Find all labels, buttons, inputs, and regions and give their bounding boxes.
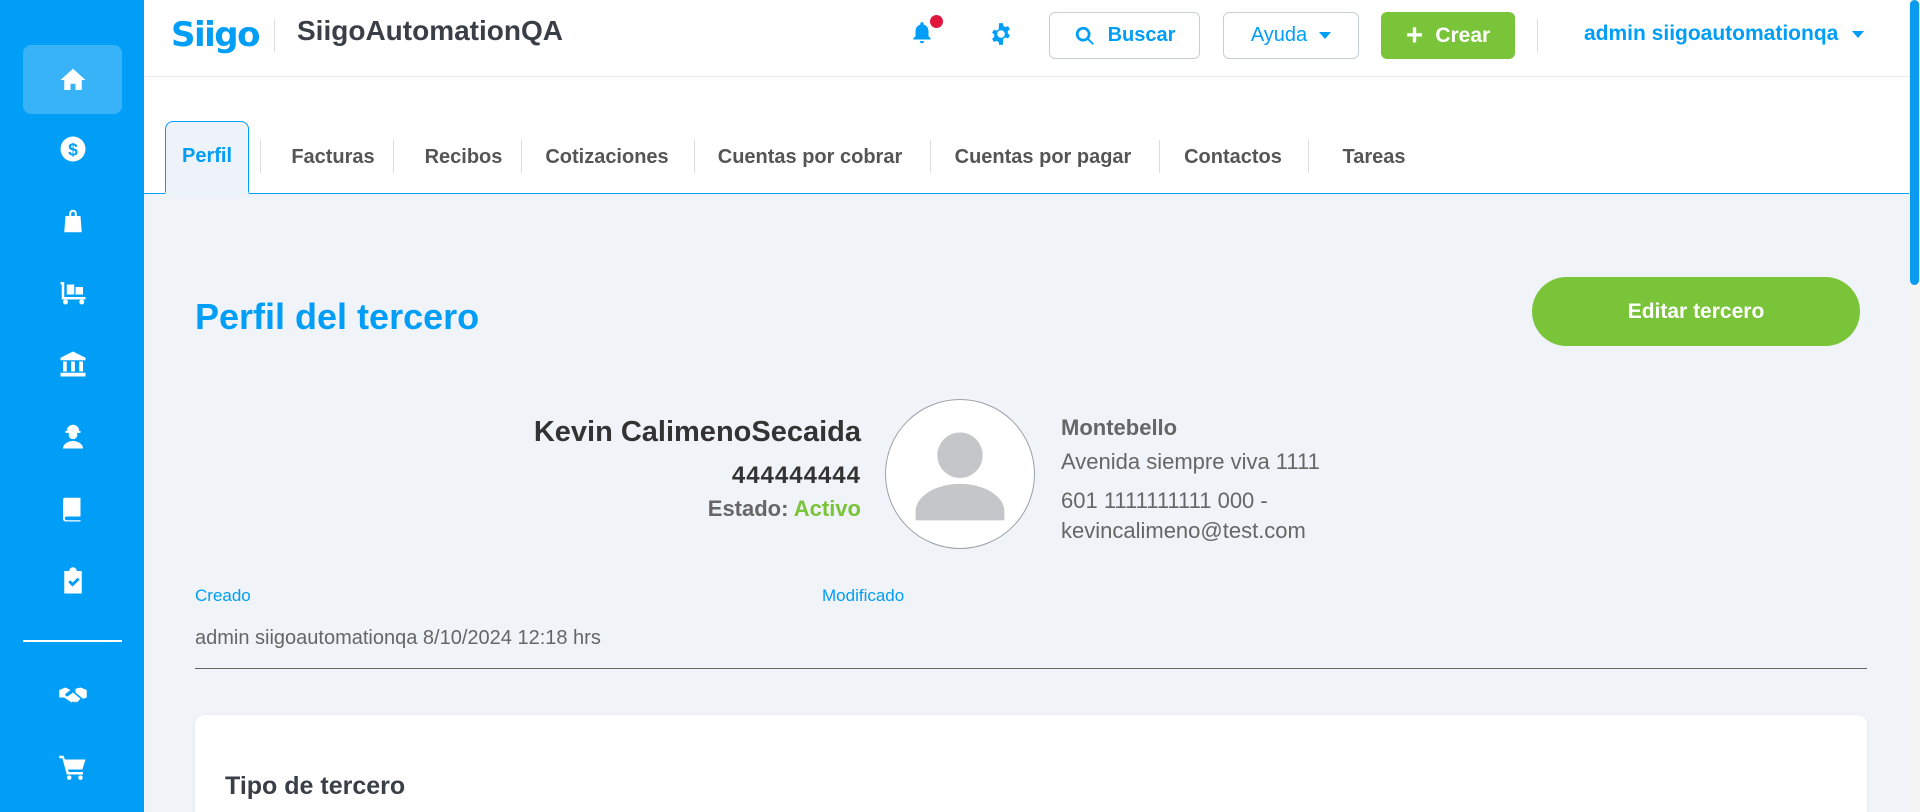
edit-third-party-button[interactable]: Editar tercero	[1532, 277, 1860, 346]
sidebar-item-accounting[interactable]	[23, 474, 122, 543]
tab-contactos[interactable]: Contactos	[1169, 121, 1297, 194]
chevron-down-icon	[1319, 32, 1332, 39]
sidebar-item-finance[interactable]: $	[23, 114, 122, 183]
logo-text: Siigo	[171, 15, 261, 55]
gear-icon	[992, 23, 1010, 45]
page-title: Perfil del tercero	[195, 296, 480, 337]
sidebar-divider	[23, 640, 122, 642]
header-divider	[274, 19, 275, 52]
tab-divider	[930, 140, 931, 173]
notifications-button[interactable]	[909, 15, 943, 50]
status-badge: Activo	[793, 496, 861, 521]
handshake-icon	[58, 687, 87, 702]
tab-divider	[260, 140, 261, 173]
chevron-down-icon	[1852, 30, 1865, 38]
top-header: Siigo SiigoAutomationQA Buscar Ayuda + C…	[144, 0, 1909, 77]
tab-divider	[694, 140, 695, 173]
search-icon	[1075, 26, 1094, 45]
page-scrollbar[interactable]	[1909, 0, 1920, 812]
third-party-identification: 444444444	[731, 462, 861, 489]
tab-cuentas-por-pagar[interactable]: Cuentas por pagar	[940, 121, 1146, 194]
created-label: Creado	[195, 586, 251, 605]
svg-text:$: $	[68, 139, 78, 159]
created-value: admin siigoautomationqa 8/10/2024 12:18 …	[195, 627, 601, 649]
contact-email: kevincalimeno@test.com	[1061, 518, 1306, 543]
search-button-label: Buscar	[1107, 24, 1176, 46]
sidebar-item-sales[interactable]	[23, 186, 122, 255]
tab-cuentas-por-cobrar[interactable]: Cuentas por cobrar	[704, 121, 916, 194]
company-title: SiigoAutomationQA	[297, 15, 563, 46]
user-menu[interactable]: admin siigoautomationqa	[1584, 22, 1865, 46]
tab-recibos[interactable]: Recibos	[403, 121, 524, 194]
tab-divider	[393, 140, 394, 173]
tab-divider	[521, 140, 522, 173]
shopping-bag-icon	[63, 209, 82, 232]
card-title: Tipo de tercero	[225, 772, 406, 800]
worker-icon	[62, 424, 83, 448]
third-party-status: Estado: Activo	[708, 496, 861, 522]
header-divider-2	[1537, 19, 1538, 52]
sidebar-item-home[interactable]	[23, 45, 122, 114]
cart-dolly-icon	[60, 281, 85, 304]
sidebar: $	[0, 0, 144, 812]
sidebar-item-shop[interactable]	[23, 732, 122, 801]
tab-perfil[interactable]: Perfil	[165, 121, 249, 194]
siigo-logo[interactable]: Siigo	[171, 10, 261, 60]
tab-bar: Perfil Facturas Recibos Cotizaciones Cue…	[144, 77, 1909, 194]
contact-phone: 601 1111111111 000 -	[1061, 488, 1268, 513]
sidebar-item-partners[interactable]	[23, 660, 122, 729]
user-name: admin siigoautomationqa	[1584, 22, 1839, 45]
home-icon	[60, 68, 85, 90]
sidebar-item-tasks[interactable]	[23, 546, 122, 615]
clipboard-check-icon	[63, 566, 82, 593]
create-button[interactable]: + Crear	[1381, 12, 1515, 59]
tab-facturas[interactable]: Facturas	[270, 121, 396, 194]
search-button[interactable]: Buscar	[1049, 12, 1200, 59]
address-line: Avenida siempre viva 1111	[1061, 449, 1320, 474]
help-dropdown[interactable]: Ayuda	[1223, 12, 1359, 59]
avatar	[885, 399, 1035, 549]
tab-divider	[1159, 140, 1160, 173]
settings-button[interactable]	[988, 21, 1016, 49]
shopping-cart-icon	[58, 755, 85, 780]
address-city: Montebello	[1061, 415, 1178, 440]
third-party-name: Kevin CalimenoSecaida	[533, 416, 861, 448]
status-label: Estado:	[707, 496, 789, 521]
user-placeholder-icon	[915, 432, 1005, 521]
section-divider	[195, 668, 1867, 669]
book-icon	[62, 497, 80, 521]
plus-icon: +	[1405, 18, 1424, 52]
sidebar-item-inventory[interactable]	[23, 257, 122, 326]
dollar-icon: $	[60, 136, 85, 161]
bank-icon	[60, 351, 85, 376]
third-party-type-card: Tipo de tercero	[195, 715, 1867, 812]
tab-cotizaciones[interactable]: Cotizaciones	[531, 121, 683, 194]
notification-badge	[930, 15, 943, 28]
tab-tareas[interactable]: Tareas	[1318, 121, 1430, 194]
sidebar-item-banks[interactable]	[23, 329, 122, 398]
tab-divider	[1308, 140, 1309, 173]
sidebar-item-payroll[interactable]	[23, 401, 122, 470]
create-button-label: Crear	[1435, 23, 1491, 47]
scrollbar-thumb[interactable]	[1910, 0, 1919, 285]
help-label: Ayuda	[1250, 24, 1308, 46]
modified-label: Modificado	[822, 586, 905, 605]
